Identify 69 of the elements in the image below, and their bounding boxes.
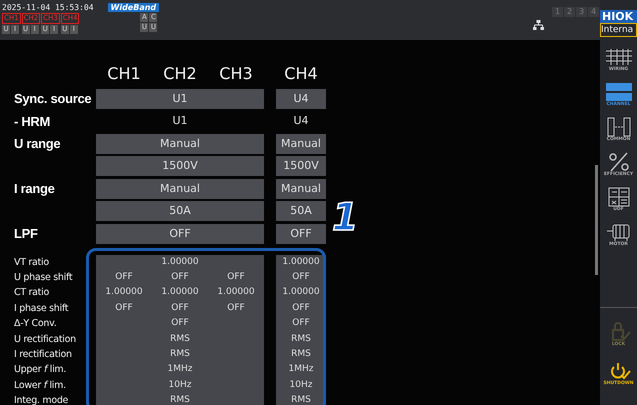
columns-icon	[604, 117, 632, 137]
dropdown-field[interactable]: OFF	[276, 224, 326, 244]
dropdown-field[interactable]: 50A	[96, 201, 264, 221]
date-time: 2025-11-04 15:53:04	[2, 3, 94, 12]
scrollbar[interactable]	[595, 165, 598, 275]
slot-indicator: 2	[564, 7, 575, 17]
dropdown-field[interactable]: Manual	[96, 134, 264, 154]
dropdown-field[interactable]: Manual	[96, 178, 264, 198]
row-label: U phase shift	[14, 270, 74, 285]
table-cell: RMS	[96, 332, 264, 347]
callout-number: 1	[332, 197, 358, 237]
sync-field[interactable]: Interna	[600, 23, 637, 37]
row-label: - HRM	[14, 114, 52, 128]
network-icon	[533, 20, 544, 30]
slot-indicator: 1	[552, 7, 563, 17]
table-cell: RMS	[96, 346, 264, 362]
dropdown-field[interactable]: Manual	[276, 134, 326, 154]
dropdown-field[interactable]: 50A	[276, 201, 326, 221]
dropdown-field[interactable]: 1500V	[276, 156, 326, 176]
row-label: I rectification	[14, 348, 73, 362]
row-label: I range	[14, 181, 56, 196]
table-cell: 1.00000	[276, 254, 326, 270]
table-cell: 1MHz	[276, 362, 326, 378]
table-cell: RMS	[276, 393, 326, 405]
table-cell: OFF	[208, 300, 264, 316]
table-cell-text: U1	[171, 113, 189, 129]
row-label: U rectification	[14, 332, 77, 347]
table-cell: 10Hz	[96, 378, 264, 394]
column-header: CH4	[283, 63, 319, 85]
row-label: Integ. mode	[14, 394, 70, 405]
table-cell: OFF	[96, 300, 152, 316]
dropdown-field[interactable]: U4	[276, 88, 326, 108]
table-cell: OFF	[96, 316, 264, 332]
table-cell: OFF	[152, 300, 208, 316]
column-header: CH1	[106, 63, 142, 85]
row-label: LPF	[14, 226, 39, 241]
column-header: CH3	[218, 63, 254, 85]
motor-icon	[604, 222, 632, 242]
row-label: CT ratio	[14, 286, 50, 300]
mode-badge: WideBand	[108, 3, 160, 12]
table-cell: 1.00000	[152, 285, 208, 301]
table-cell: OFF	[208, 270, 264, 286]
table-cell: 1.00000	[96, 285, 152, 301]
table-cell: 1.00000	[96, 254, 264, 270]
logo: HIOK	[600, 10, 637, 23]
table-cell-text: U4	[292, 113, 310, 129]
row-label: VT ratio	[14, 256, 50, 270]
row-label: I phase shift	[14, 302, 70, 316]
table-cell: RMS	[96, 393, 264, 405]
column-header: CH2	[162, 63, 198, 85]
wiring-icon	[604, 47, 632, 67]
row-label: Sync. source	[14, 91, 92, 106]
table-cell: 1.00000	[276, 285, 326, 301]
dropdown-field[interactable]: U1	[96, 88, 264, 108]
table-cell: OFF	[276, 316, 326, 332]
table-cell: 1MHz	[96, 362, 264, 378]
table-cell: OFF	[96, 270, 152, 286]
dropdown-field[interactable]: 1500V	[96, 156, 264, 176]
row-label: Upper f lim.	[14, 363, 68, 378]
dropdown-field[interactable]: Manual	[276, 178, 326, 198]
table-cell: OFF	[152, 270, 208, 286]
dropdown-field[interactable]: OFF	[96, 224, 264, 244]
row-label: Δ-Y Conv.	[14, 317, 58, 332]
slot-indicator: 3	[576, 7, 587, 17]
channel-icon	[604, 82, 632, 102]
slot-indicator: 4	[588, 7, 599, 17]
row-label: U range	[14, 136, 62, 151]
row-label: Lower f lim.	[14, 378, 67, 393]
table-cell: 1.00000	[208, 285, 264, 301]
